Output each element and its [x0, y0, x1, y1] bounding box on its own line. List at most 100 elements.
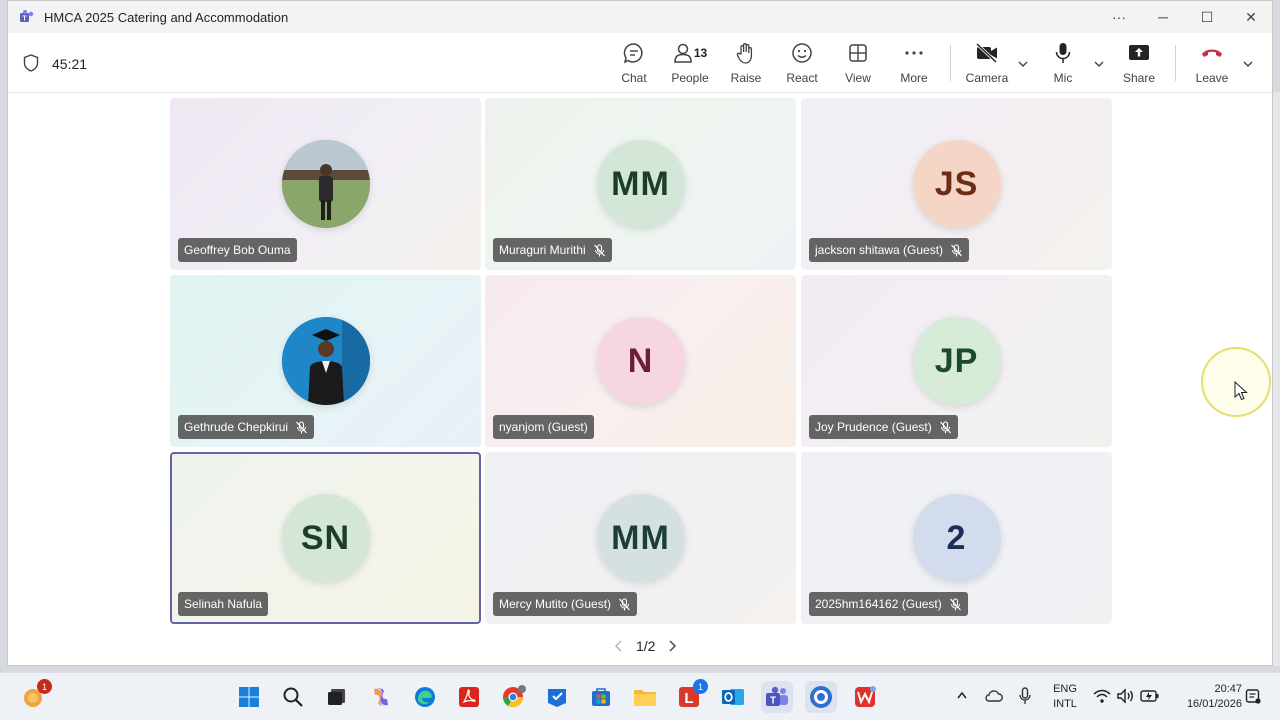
- store-app-icon[interactable]: [541, 681, 573, 713]
- mic-options-chevron-down-icon[interactable]: [1092, 57, 1106, 71]
- participant-name-tag: Mercy Mutito (Guest): [493, 592, 638, 616]
- raise-hand-button[interactable]: Raise: [718, 41, 774, 89]
- file-explorer-icon[interactable]: [629, 681, 661, 713]
- previous-page-chevron-left-icon[interactable]: [612, 639, 626, 653]
- toolbar-divider-2: [1175, 45, 1176, 81]
- share-label: Share: [1122, 71, 1156, 85]
- toolbar-divider: [950, 45, 951, 81]
- l-app-badge: 1: [693, 679, 708, 694]
- onedrive-cloud-icon[interactable]: [985, 688, 1003, 704]
- share-button[interactable]: Share: [1111, 41, 1167, 89]
- participant-tile[interactable]: 2 2025hm164162 (Guest): [801, 452, 1112, 624]
- participant-name-tag: Joy Prudence (Guest): [809, 415, 958, 439]
- input-language-indicator[interactable]: ENG INTL: [1048, 682, 1082, 712]
- battery-icon[interactable]: [1140, 689, 1160, 703]
- participant-name-tag: jackson shitawa (Guest): [809, 238, 970, 262]
- weather-widget-icon[interactable]: 1: [17, 679, 52, 713]
- participant-name-tag: Geoffrey Bob Ouma: [178, 238, 297, 262]
- view-label: View: [845, 71, 871, 85]
- language-code: ENG: [1053, 683, 1077, 695]
- participant-name: Mercy Mutito (Guest): [499, 597, 612, 611]
- clock[interactable]: 20:47 16/01/2026: [1170, 682, 1242, 712]
- tray-microphone-icon[interactable]: [1018, 687, 1032, 705]
- participant-tile[interactable]: Geoffrey Bob Ouma: [170, 98, 481, 270]
- camera-button[interactable]: Camera: [959, 41, 1015, 89]
- participant-initials-avatar: N: [596, 317, 685, 405]
- react-button[interactable]: React: [774, 41, 830, 89]
- participant-tile[interactable]: Nnyanjom (Guest): [485, 275, 796, 447]
- minimize-button[interactable]: ─: [1145, 5, 1181, 29]
- background-window-edge: [1273, 92, 1280, 666]
- mic-off-icon: [939, 420, 952, 434]
- leave-button[interactable]: Leave: [1184, 41, 1240, 89]
- mic-off-icon: [950, 243, 963, 257]
- notifications-icon[interactable]: [1245, 688, 1261, 705]
- minimize-label: ─: [1158, 9, 1168, 25]
- participant-initials-avatar: JS: [912, 140, 1001, 228]
- mic-off-icon: [593, 243, 606, 257]
- people-count: 13: [693, 46, 708, 60]
- leave-label: Leave: [1195, 71, 1229, 85]
- task-view-icon[interactable]: [321, 681, 353, 713]
- camera-off-icon: [975, 41, 999, 65]
- title-bar: T HMCA 2025 Catering and Accommodation ·…: [8, 1, 1272, 33]
- window-title: HMCA 2025 Catering and Accommodation: [44, 10, 289, 25]
- close-window-button[interactable]: ✕: [1233, 5, 1269, 29]
- chrome-browser-icon[interactable]: [497, 681, 529, 713]
- clock-time: 20:47: [1214, 683, 1242, 695]
- more-button[interactable]: More: [886, 41, 942, 89]
- wps-office-icon[interactable]: [849, 681, 881, 713]
- clock-date: 16/01/2026: [1186, 698, 1242, 710]
- volume-icon[interactable]: [1116, 688, 1134, 704]
- people-label: People: [671, 71, 709, 85]
- close-label: ✕: [1245, 8, 1257, 25]
- show-hidden-icons-chevron-up-icon[interactable]: [956, 690, 968, 700]
- mouse-pointer-icon: [1234, 381, 1248, 401]
- leave-options-chevron-down-icon[interactable]: [1241, 57, 1255, 71]
- participant-tile[interactable]: MM Mercy Mutito (Guest): [485, 452, 796, 624]
- recording-app-icon[interactable]: [805, 681, 837, 713]
- view-button[interactable]: View: [830, 41, 886, 89]
- participant-name: Joy Prudence (Guest): [815, 420, 932, 434]
- participant-name: Selinah Nafula: [184, 597, 263, 611]
- participant-name-tag: 2025hm164162 (Guest): [809, 592, 968, 616]
- gallery-pager: 1/2: [612, 638, 679, 654]
- wifi-icon[interactable]: [1093, 688, 1111, 704]
- mic-button[interactable]: Mic: [1035, 41, 1091, 89]
- share-screen-icon: [1127, 41, 1151, 65]
- more-options-button[interactable]: ···: [1101, 5, 1137, 29]
- more-dots-icon: [902, 41, 926, 65]
- copilot-icon[interactable]: [365, 681, 397, 713]
- more-options-label: ···: [1112, 9, 1126, 25]
- mic-off-icon: [618, 597, 631, 611]
- chat-button[interactable]: Chat: [606, 41, 662, 89]
- participant-tile[interactable]: MM Muraguri Murithi: [485, 98, 796, 270]
- participant-photo-avatar: [281, 317, 370, 405]
- outlook-icon[interactable]: [717, 681, 749, 713]
- more-label: More: [900, 71, 928, 85]
- l-app-icon[interactable]: L 1: [673, 679, 708, 713]
- participant-name: jackson shitawa (Guest): [815, 243, 944, 257]
- participant-tile[interactable]: JP Joy Prudence (Guest): [801, 275, 1112, 447]
- raise-hand-icon: [734, 41, 758, 65]
- participant-tile[interactable]: SN Selinah Nafula: [170, 452, 481, 624]
- weather-badge: 1: [37, 679, 52, 694]
- svg-text:T: T: [770, 696, 776, 707]
- start-windows-icon[interactable]: [233, 681, 265, 713]
- windows-taskbar: 1 L 1 T ENG INTL 20:47 16/01/2026: [0, 672, 1280, 720]
- participant-tile[interactable]: Gethrude Chepkirui: [170, 275, 481, 447]
- chat-label: Chat: [621, 71, 647, 85]
- teams-taskbar-icon[interactable]: T: [761, 681, 793, 713]
- edge-browser-icon[interactable]: [409, 681, 441, 713]
- search-icon[interactable]: [277, 681, 309, 713]
- people-icon: 13: [670, 41, 710, 65]
- camera-options-chevron-down-icon[interactable]: [1016, 57, 1030, 71]
- microsoft-store-icon[interactable]: [585, 681, 617, 713]
- maximize-button[interactable]: ☐: [1189, 5, 1225, 29]
- hang-up-icon: [1200, 41, 1224, 65]
- participant-initials-avatar: MM: [596, 494, 685, 582]
- next-page-chevron-right-icon[interactable]: [665, 639, 679, 653]
- people-button[interactable]: 13 People: [662, 41, 718, 89]
- participant-tile[interactable]: JS jackson shitawa (Guest): [801, 98, 1112, 270]
- pdf-reader-icon[interactable]: [453, 681, 485, 713]
